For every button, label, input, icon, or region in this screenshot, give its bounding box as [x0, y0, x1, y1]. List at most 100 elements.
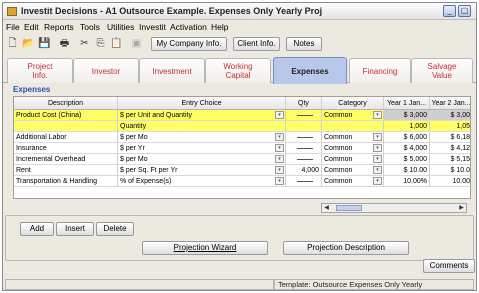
table-row[interactable]: Transportation & Handling % of Expense(s… — [14, 176, 470, 187]
year-1-cell[interactable]: 1,000 — [384, 121, 430, 131]
table-row[interactable]: Additional Labor $ per Mo ▾ Common ▾ $ 6,0… — [14, 132, 470, 143]
menu-help[interactable]: Help — [211, 22, 228, 32]
projection-wizard-button[interactable]: Projection Wizard — [142, 241, 268, 255]
year-1-cell[interactable]: $ 4,000 — [384, 143, 430, 153]
menu-reports[interactable]: Reports — [44, 22, 74, 32]
scroll-thumb[interactable] — [336, 205, 362, 211]
save-icon[interactable]: 💾 — [38, 37, 51, 50]
category-cell[interactable]: Common ▾ — [322, 154, 384, 164]
comments-button[interactable]: Comments — [423, 259, 475, 273]
description-cell[interactable]: Additional Labor — [14, 132, 118, 142]
print-icon[interactable]: 🖶 — [58, 37, 71, 50]
year-2-cell[interactable]: $ 3,00 — [430, 110, 470, 120]
year-2-cell[interactable]: $ 6,18 — [430, 132, 470, 142]
dropdown-arrow-icon[interactable]: ▾ — [275, 133, 284, 141]
menu-activation[interactable]: Activation — [170, 22, 207, 32]
year-2-cell[interactable]: $ 4,12 — [430, 143, 470, 153]
column-header-entry-choice[interactable]: Entry Choice — [118, 97, 286, 109]
projection-description-button[interactable]: Projection Description — [283, 241, 409, 255]
dropdown-arrow-icon[interactable]: ▾ — [373, 111, 382, 119]
menu-edit[interactable]: Edit — [24, 22, 39, 32]
add-button[interactable]: Add — [20, 222, 54, 236]
description-cell[interactable]: Product Cost (China) — [14, 110, 118, 120]
menu-investit[interactable]: Investit — [139, 22, 166, 32]
client-info-button[interactable]: Client Info. — [233, 37, 280, 51]
description-cell[interactable]: Transportation & Handling — [14, 176, 118, 186]
year-1-cell[interactable]: 10.00% — [384, 176, 430, 186]
category-cell[interactable]: Common ▾ — [322, 143, 384, 153]
tab-project-info[interactable]: Project Info. — [7, 58, 73, 83]
qty-cell[interactable] — [286, 121, 322, 131]
maximize-button[interactable]: ▢ — [458, 5, 471, 17]
tab-expenses[interactable]: Expenses — [273, 57, 347, 84]
dropdown-arrow-icon[interactable]: ▾ — [275, 177, 284, 185]
tab-financing[interactable]: Financing — [349, 58, 411, 83]
year-2-cell[interactable]: $ 5,15 — [430, 154, 470, 164]
my-company-info-button[interactable]: My Company Info. — [151, 37, 227, 51]
year-2-cell[interactable]: $ 10.0 — [430, 165, 470, 175]
description-cell[interactable]: Insurance — [14, 143, 118, 153]
tab-working-capital[interactable]: Working Capital — [205, 58, 271, 83]
year-2-cell[interactable]: 1,05 — [430, 121, 470, 131]
year-1-cell[interactable]: $ 5,000 — [384, 154, 430, 164]
dropdown-arrow-icon[interactable]: ▾ — [373, 155, 382, 163]
year-2-cell[interactable]: 10.00 — [430, 176, 470, 186]
table-row[interactable]: Quantity 1,000 1,05 — [14, 121, 470, 132]
dropdown-arrow-icon[interactable]: ▾ — [373, 144, 382, 152]
entry-choice-cell[interactable]: % of Expense(s) ▾ — [118, 176, 286, 186]
menu-tools[interactable]: Tools — [80, 22, 100, 32]
entry-choice-cell[interactable]: $ per Sq. Ft per Yr ▾ — [118, 165, 286, 175]
category-cell[interactable]: Common ▾ — [322, 132, 384, 142]
column-header-qty[interactable]: Qty — [286, 97, 322, 109]
table-row[interactable]: Rent $ per Sq. Ft per Yr ▾ 4,000 Common ▾ … — [14, 165, 470, 176]
category-cell[interactable] — [322, 121, 384, 131]
entry-choice-cell[interactable]: $ per Mo ▾ — [118, 132, 286, 142]
dropdown-arrow-icon[interactable]: ▾ — [373, 133, 382, 141]
qty-cell[interactable] — [286, 143, 322, 153]
entry-choice-cell[interactable]: $ per Yr ▾ — [118, 143, 286, 153]
dropdown-arrow-icon[interactable]: ▾ — [373, 177, 382, 185]
delete-button[interactable]: Delete — [96, 222, 134, 236]
year-1-cell[interactable]: $ 3,000 — [384, 110, 430, 120]
table-row[interactable]: Incremental Overhead $ per Mo ▾ Common ▾ $… — [14, 154, 470, 165]
dropdown-arrow-icon[interactable]: ▾ — [373, 166, 382, 174]
dropdown-arrow-icon[interactable]: ▾ — [275, 111, 284, 119]
column-header-category[interactable]: Category — [322, 97, 384, 109]
year-1-cell[interactable]: $ 10.00 — [384, 165, 430, 175]
table-row[interactable]: Product Cost (China) $ per Unit and Quan… — [14, 110, 470, 121]
table-row[interactable]: Insurance $ per Yr ▾ Common ▾ $ 4,000 $ 4,… — [14, 143, 470, 154]
qty-cell[interactable]: 4,000 — [286, 165, 322, 175]
column-header-year-2[interactable]: Year 2 Jan... — [430, 97, 470, 109]
column-header-description[interactable]: Description — [14, 97, 118, 109]
qty-cell[interactable] — [286, 132, 322, 142]
menu-utilities[interactable]: Utilities — [107, 22, 134, 32]
entry-choice-cell[interactable]: $ per Unit and Quantity ▾ — [118, 110, 286, 120]
qty-cell[interactable] — [286, 176, 322, 186]
dropdown-arrow-icon[interactable]: ▾ — [275, 166, 284, 174]
menu-file[interactable]: File — [6, 22, 20, 32]
minimize-button[interactable]: _ — [443, 5, 456, 17]
qty-cell[interactable] — [286, 154, 322, 164]
entry-choice-cell[interactable]: Quantity — [118, 121, 286, 131]
paste-icon[interactable]: 📋 — [110, 37, 123, 50]
tab-salvage-value[interactable]: Salvage Value — [411, 58, 473, 83]
dropdown-arrow-icon[interactable]: ▾ — [275, 155, 284, 163]
description-cell[interactable] — [14, 121, 118, 131]
tab-investment[interactable]: Investment — [139, 58, 205, 83]
dropdown-arrow-icon[interactable]: ▾ — [275, 144, 284, 152]
year-1-cell[interactable]: $ 6,000 — [384, 132, 430, 142]
cut-icon[interactable]: ✂ — [78, 37, 91, 50]
copy-icon[interactable]: ⎘ — [94, 37, 107, 50]
tab-investor[interactable]: Investor — [73, 58, 139, 83]
entry-choice-cell[interactable]: $ per Mo ▾ — [118, 154, 286, 164]
description-cell[interactable]: Rent — [14, 165, 118, 175]
insert-button[interactable]: Insert — [56, 222, 94, 236]
qty-cell[interactable] — [286, 110, 322, 120]
column-header-year-1[interactable]: Year 1 Jan... — [384, 97, 430, 109]
category-cell[interactable]: Common ▾ — [322, 176, 384, 186]
new-file-icon[interactable]: 🗋 — [6, 37, 19, 50]
open-folder-icon[interactable]: 📂 — [22, 37, 35, 50]
description-cell[interactable]: Incremental Overhead — [14, 154, 118, 164]
horizontal-scrollbar[interactable]: ◀ ▶ — [321, 203, 467, 213]
category-cell[interactable]: Common ▾ — [322, 110, 384, 120]
